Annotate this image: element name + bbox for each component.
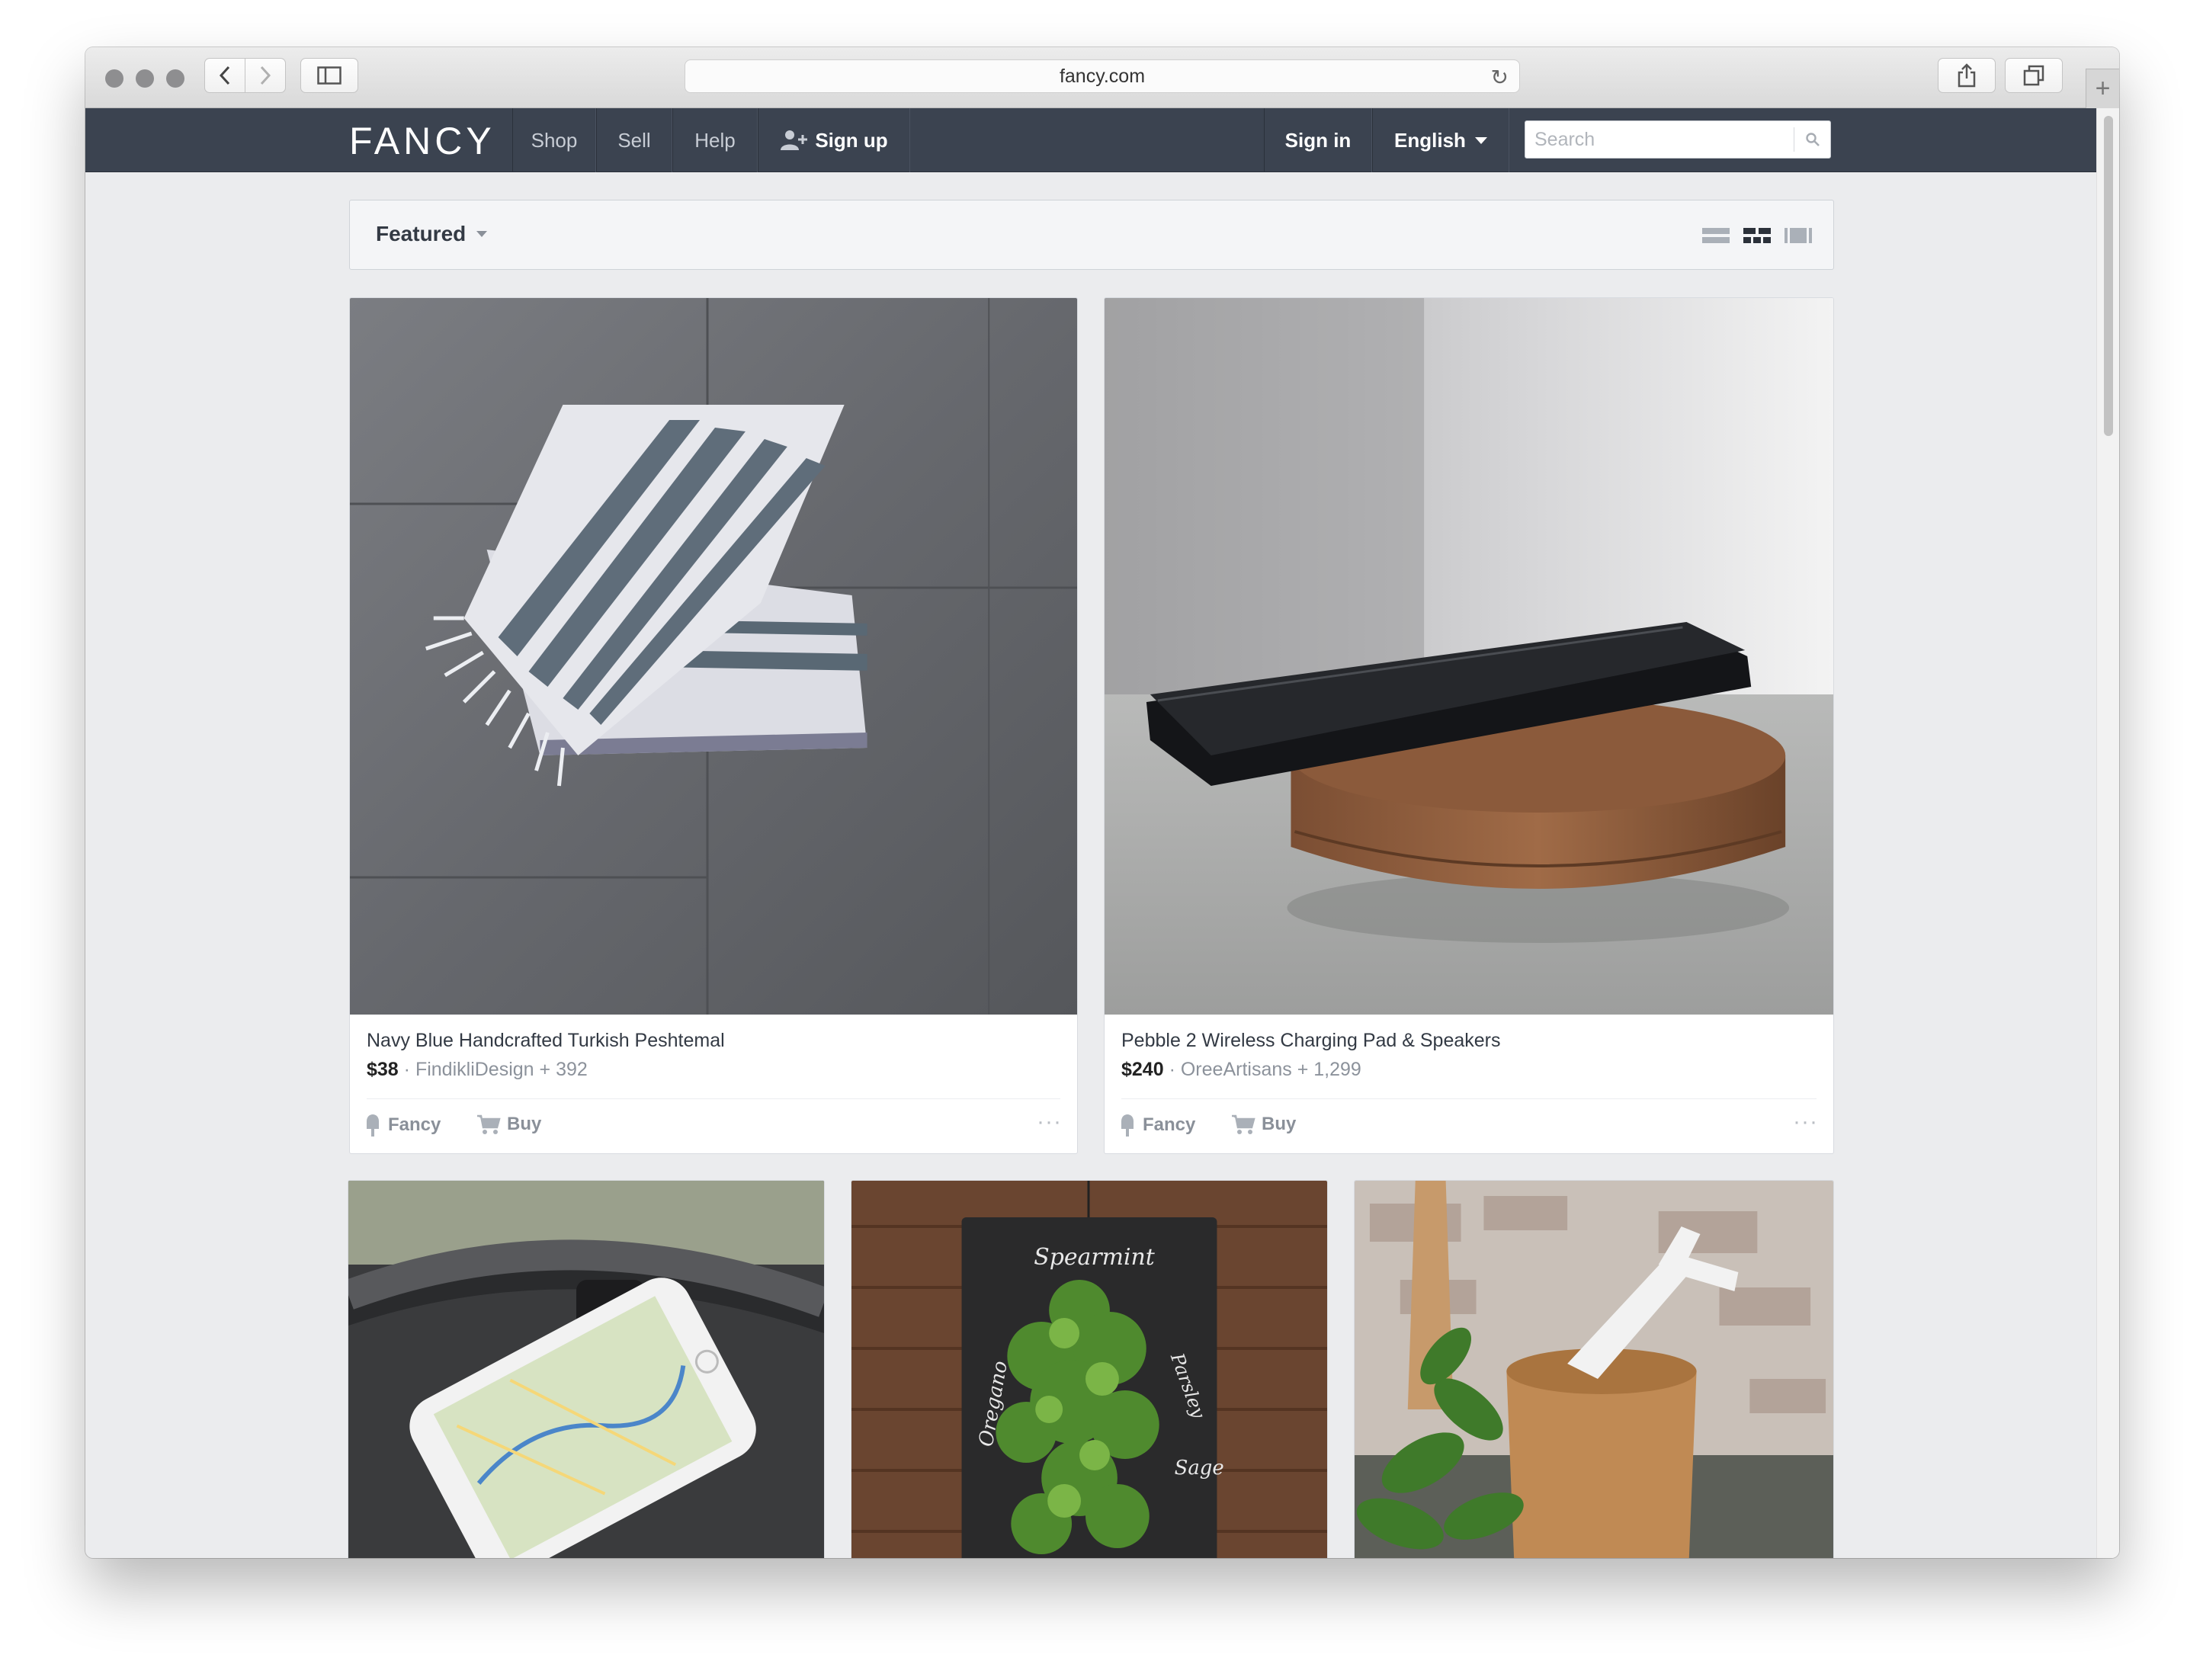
share-button[interactable] [1938, 58, 1996, 93]
gallery-view-icon[interactable] [1785, 226, 1812, 245]
fancy-count: + 392 [539, 1059, 588, 1080]
product-meta: $240 · OreeArtisans + 1,299 [1121, 1059, 1361, 1081]
nav-sell[interactable]: Sell [596, 108, 672, 172]
product-seller[interactable]: FindikliDesign [415, 1059, 534, 1080]
reload-icon[interactable]: ↻ [1491, 65, 1509, 90]
fancy-label: Fancy [1143, 1114, 1196, 1135]
product-card[interactable]: Pebble 2 Wireless Charging Pad & Speaker… [1104, 297, 1834, 1154]
sidebar-toggle-button[interactable] [300, 58, 358, 93]
fancy-button[interactable]: Fancy [365, 1114, 441, 1137]
sidebar-icon [317, 66, 342, 85]
nav-shop[interactable]: Shop [512, 108, 596, 172]
product-title[interactable]: Navy Blue Handcrafted Turkish Peshtemal [367, 1030, 725, 1052]
filter-bar: Featured [349, 200, 1834, 270]
fancy-icon [1121, 1114, 1134, 1137]
nav-help[interactable]: Help [672, 108, 758, 172]
zoom-window-button[interactable] [166, 69, 184, 88]
meta-dot: · [403, 1059, 415, 1080]
product-card[interactable]: Navy Blue Handcrafted Turkish Peshtemal … [349, 297, 1078, 1154]
herb-label-sage: Sage [1175, 1457, 1224, 1480]
card-divider [367, 1098, 1060, 1099]
list-view-icon[interactable] [1702, 226, 1730, 245]
product-price: $240 [1121, 1059, 1164, 1080]
search-icon [1805, 133, 1820, 146]
scrollbar-thumb[interactable] [2104, 116, 2113, 436]
language-label: English [1394, 128, 1466, 152]
fancy-count: + 1,299 [1297, 1059, 1361, 1080]
nav-signin[interactable]: Sign in [1264, 108, 1372, 172]
buy-button[interactable]: Buy [1231, 1114, 1296, 1135]
fancy-label: Fancy [388, 1114, 441, 1135]
nav-signup[interactable]: Sign up [758, 108, 910, 172]
grid-view-icon[interactable] [1743, 226, 1771, 245]
add-user-icon [781, 130, 808, 150]
chevron-left-icon [219, 66, 230, 85]
forward-button[interactable] [245, 58, 286, 93]
card-divider [1121, 1098, 1817, 1099]
url-text: fancy.com [1059, 65, 1146, 87]
minimize-window-button[interactable] [136, 69, 154, 88]
product-seller[interactable]: OreeArtisans [1181, 1059, 1292, 1080]
page-scrollbar[interactable] [2096, 108, 2119, 1558]
browser-window: fancy.com ↻ + FANCY Shop Sell Help Sign … [85, 47, 2119, 1558]
chevron-right-icon [260, 66, 271, 85]
search-button[interactable] [1794, 127, 1830, 152]
buy-button[interactable]: Buy [476, 1114, 541, 1135]
language-selector[interactable]: English [1372, 108, 1509, 172]
sort-label: Featured [376, 222, 467, 245]
site-header: FANCY Shop Sell Help Sign up Sign in Eng… [85, 108, 2096, 172]
share-icon [1958, 63, 1976, 88]
product-meta: $38 · FindikliDesign + 392 [367, 1059, 588, 1081]
fancy-icon [367, 1114, 379, 1137]
plus-icon: + [2095, 74, 2111, 103]
buy-label: Buy [1262, 1114, 1297, 1134]
product-card[interactable]: Spearmint Oregano Parsley Sage [851, 1180, 1328, 1558]
signup-label: Sign up [815, 128, 888, 152]
tabs-icon [2023, 65, 2044, 86]
back-button[interactable] [204, 58, 245, 93]
product-card[interactable] [348, 1180, 825, 1558]
new-tab-button[interactable]: + [2086, 69, 2119, 108]
product-image[interactable]: Spearmint Oregano Parsley Sage [851, 1181, 1327, 1558]
more-options-button[interactable]: ··· [1793, 1109, 1818, 1135]
meta-dot: · [1169, 1059, 1181, 1080]
herb-label-spearmint: Spearmint [1034, 1244, 1156, 1271]
product-title[interactable]: Pebble 2 Wireless Charging Pad & Speaker… [1121, 1030, 1501, 1052]
product-price: $38 [367, 1059, 399, 1080]
cart-icon [1232, 1114, 1255, 1134]
product-image[interactable] [350, 298, 1077, 1015]
buy-label: Buy [507, 1114, 542, 1134]
caret-down-icon [476, 231, 488, 237]
more-options-button[interactable]: ··· [1037, 1109, 1062, 1135]
search-input[interactable] [1525, 121, 1794, 158]
fancy-logo[interactable]: FANCY [349, 119, 495, 163]
product-image[interactable] [1355, 1181, 1833, 1558]
product-card[interactable] [1354, 1180, 1834, 1558]
close-window-button[interactable] [105, 69, 123, 88]
cart-icon [477, 1114, 501, 1134]
address-bar[interactable]: fancy.com ↻ [685, 59, 1520, 93]
browser-toolbar: fancy.com ↻ + [85, 47, 2119, 108]
caret-down-icon [1474, 136, 1487, 144]
fancy-button[interactable]: Fancy [1120, 1114, 1195, 1137]
sort-dropdown[interactable]: Featured [376, 222, 488, 246]
product-image[interactable] [348, 1181, 824, 1558]
tabs-overview-button[interactable] [2005, 58, 2063, 93]
search-box [1525, 120, 1831, 159]
product-image[interactable] [1105, 298, 1833, 1015]
